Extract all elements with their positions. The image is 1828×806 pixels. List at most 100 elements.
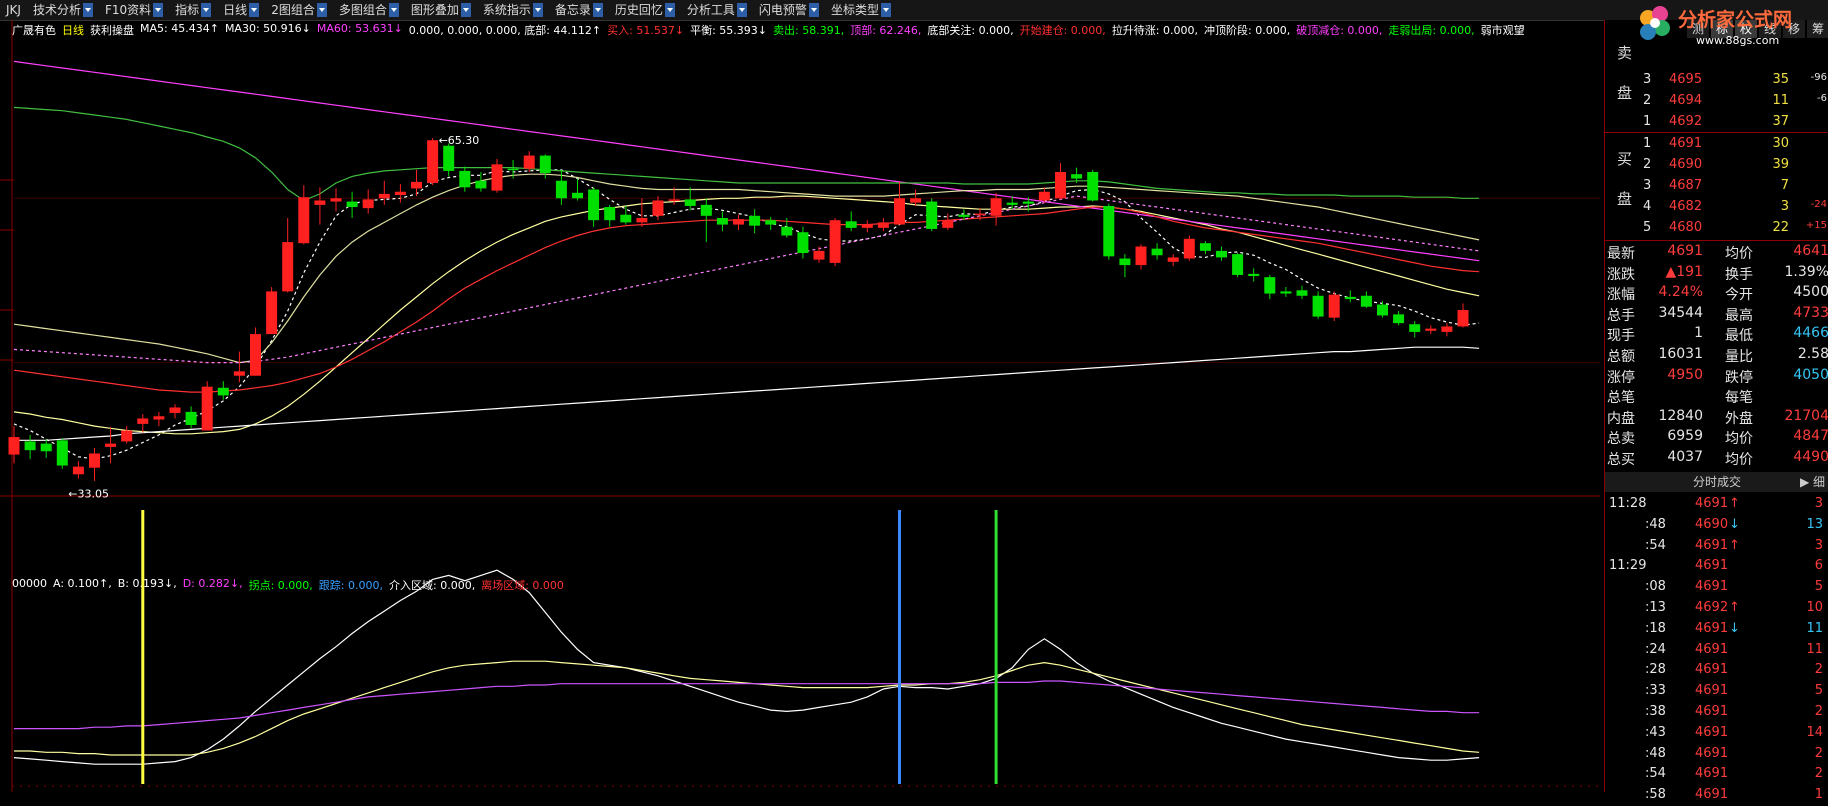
dropdown-arrow-icon[interactable] xyxy=(880,3,891,17)
trade-time: :48 xyxy=(1645,516,1666,532)
toolbar-button-10[interactable]: 历史回忆 xyxy=(609,0,681,20)
info-item: 走弱出局: 0.000, xyxy=(1388,24,1475,37)
stats-divider xyxy=(1605,240,1828,241)
detail-toggle-icon[interactable]: ▶ 细 xyxy=(1800,472,1825,492)
candle-body xyxy=(1457,310,1469,327)
toolbar-button-13[interactable]: 坐标类型 xyxy=(825,0,897,20)
toolbar-button-5[interactable]: 2图组合 xyxy=(265,0,333,20)
candle-body xyxy=(1103,205,1115,257)
candle-body xyxy=(1167,257,1179,262)
trade-price: 4691 xyxy=(1695,558,1729,574)
bid-row: 2 4690 39 xyxy=(1641,155,1828,176)
trade-volume: 6 xyxy=(1814,558,1823,574)
dropdown-arrow-icon[interactable] xyxy=(249,3,260,17)
trade-volume: 3 xyxy=(1814,496,1823,511)
candle-body xyxy=(1280,291,1292,294)
trade-volume: 14 xyxy=(1806,724,1823,740)
trade-time: :54 xyxy=(1645,537,1666,553)
candle-body xyxy=(491,164,503,191)
candle-body xyxy=(105,443,117,447)
stat-row: 最新 4691 均价 4641 xyxy=(1607,242,1828,263)
stat-row: 总手 34544 最高 4733 xyxy=(1607,304,1828,325)
candle-body xyxy=(24,441,36,451)
stat-value: 4490 xyxy=(1793,449,1828,465)
stat-label: 最低 xyxy=(1725,328,1753,345)
dropdown-arrow-icon[interactable] xyxy=(460,3,471,17)
trade-row: 11:28 4691 ↑ 3 xyxy=(1605,494,1828,515)
dropdown-arrow-icon[interactable] xyxy=(388,3,399,17)
toolbar-button-1[interactable]: 技术分析 xyxy=(27,0,99,20)
candle-body xyxy=(314,200,326,205)
candle-body xyxy=(1022,201,1034,204)
toolbar-button-2[interactable]: F10资料 xyxy=(99,0,169,20)
dropdown-arrow-icon[interactable] xyxy=(532,3,543,17)
stat-row: 总买 4037 均价 4490 xyxy=(1607,448,1828,469)
candle-body xyxy=(604,207,616,221)
dropdown-arrow-icon[interactable] xyxy=(808,3,819,17)
toolbar-button-11[interactable]: 分析工具 xyxy=(681,0,753,20)
level: 2 xyxy=(1643,93,1652,108)
bid-row: 1 4691 30 xyxy=(1641,134,1828,155)
trade-price: 4691 xyxy=(1695,787,1729,803)
candle-body xyxy=(716,218,728,225)
candle-body xyxy=(555,180,567,199)
stat-value: 4500 xyxy=(1793,284,1828,301)
change: -24 xyxy=(1810,199,1827,210)
ma-line-4 xyxy=(13,206,1480,393)
trade-time: :08 xyxy=(1645,579,1666,595)
candle-body xyxy=(169,407,181,413)
candle-body xyxy=(233,371,245,376)
price: 4680 xyxy=(1669,220,1703,235)
info-item: 拉升待涨: 0.000, xyxy=(1111,24,1199,37)
level: 1 xyxy=(1643,136,1652,151)
volume: 3 xyxy=(1780,199,1789,214)
tick-header[interactable]: 分时成交 ▶ 细 xyxy=(1605,472,1828,492)
candle-body xyxy=(1264,277,1276,294)
trade-price: 4690 xyxy=(1695,516,1729,532)
level: 4 xyxy=(1643,199,1652,214)
kline-chart[interactable]: ←65.30 ←33.05 xyxy=(0,20,1600,792)
toolbar-button-label: 坐标类型 xyxy=(830,3,879,17)
toolbar-button-label: 日线 xyxy=(223,3,248,17)
candle-body xyxy=(1071,174,1083,179)
stat-label: 涨停 xyxy=(1607,369,1635,386)
info-item: 破顶减仓: 0.000, xyxy=(1296,24,1383,37)
toolbar-button-12[interactable]: 闪电预警 xyxy=(753,0,825,20)
trade-price: 4691 xyxy=(1695,537,1729,553)
toolbar-button-4[interactable]: 日线 xyxy=(217,0,265,20)
stat-label: 涨跌 xyxy=(1607,266,1635,283)
toolbar-button-0[interactable]: JKJ xyxy=(0,0,27,20)
dropdown-arrow-icon[interactable] xyxy=(592,3,603,17)
trade-price: 4691 xyxy=(1695,745,1729,761)
candle-body xyxy=(1006,202,1018,205)
info-item: 跟踪: 0.000, xyxy=(318,579,383,592)
trade-time: :28 xyxy=(1645,662,1666,678)
trade-price: 4691 xyxy=(1695,496,1729,511)
toolbar-button-6[interactable]: 多图组合 xyxy=(333,0,405,20)
dropdown-arrow-icon[interactable] xyxy=(316,3,327,17)
toolbar-button-7[interactable]: 图形叠加 xyxy=(405,0,477,20)
dropdown-arrow-icon[interactable] xyxy=(201,3,212,17)
dropdown-arrow-icon[interactable] xyxy=(664,3,675,17)
candle-body xyxy=(1183,238,1195,259)
info-item: 0.000, 0.000, 0.000, 底部: 44.112↑ xyxy=(408,24,602,37)
info-item: 日线 xyxy=(62,24,84,37)
toolbar-button-8[interactable]: 系统指示 xyxy=(477,0,549,20)
info-item: MA30: 50.916↓ xyxy=(224,22,311,35)
stat-row: 涨跌 ▲191 换手 1.39% xyxy=(1607,263,1828,284)
candle-body xyxy=(1344,296,1356,300)
trade-row: :54 4691 ↑ 3 xyxy=(1605,536,1828,557)
trade-row: :48 4691 2 xyxy=(1605,744,1828,765)
dropdown-arrow-icon[interactable] xyxy=(153,3,164,17)
bid-row: 5 4680 22 +15 xyxy=(1641,218,1828,239)
stat-label: 外盘 xyxy=(1725,410,1753,427)
toolbar-button-3[interactable]: 指标 xyxy=(169,0,217,20)
toolbar-button-9[interactable]: 备忘录 xyxy=(549,0,609,20)
sub-line-0 xyxy=(13,569,1480,765)
dropdown-arrow-icon[interactable] xyxy=(736,3,747,17)
ask-row: 3 4695 35 -96 xyxy=(1641,70,1828,91)
trade-volume: 2 xyxy=(1814,766,1823,782)
trade-price: 4691 xyxy=(1695,683,1729,699)
dropdown-arrow-icon[interactable] xyxy=(82,3,93,17)
candle-body xyxy=(507,168,519,171)
